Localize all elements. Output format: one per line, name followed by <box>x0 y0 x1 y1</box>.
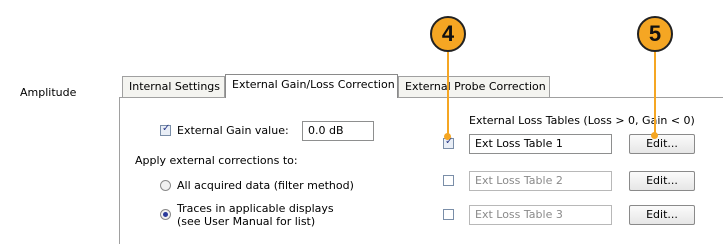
loss-table-2-input[interactable]: Ext Loss Table 2 <box>469 171 612 191</box>
loss-table-3-input[interactable]: Ext Loss Table 3 <box>469 205 612 225</box>
callout-4-leader-dot <box>444 133 451 140</box>
traces-applicable-displays-sublabel: (see User Manual for list) <box>177 215 316 228</box>
callout-5-leader-line <box>654 52 656 137</box>
loss-table-2-edit-button[interactable]: Edit... <box>629 171 695 191</box>
all-acquired-data-radio[interactable] <box>160 180 171 191</box>
radio-selected-dot <box>163 212 168 217</box>
callout-4-badge: 4 <box>430 16 466 52</box>
tab-external-probe-correction[interactable]: External Probe Correction <box>398 76 550 98</box>
loss-table-3-checkbox[interactable] <box>443 209 454 220</box>
all-acquired-data-label: All acquired data (filter method) <box>177 179 354 192</box>
loss-table-1-edit-button[interactable]: Edit... <box>629 134 695 154</box>
loss-table-3-edit-button[interactable]: Edit... <box>629 205 695 225</box>
callout-4-leader-line <box>447 52 449 138</box>
tab-internal-settings[interactable]: Internal Settings <box>122 76 225 98</box>
checkmark-icon: ✓ <box>162 123 171 134</box>
traces-applicable-displays-radio[interactable] <box>160 209 171 220</box>
external-gain-input[interactable]: 0.0 dB <box>302 121 374 141</box>
loss-table-2-checkbox[interactable] <box>443 175 454 186</box>
section-label: Amplitude <box>20 86 77 99</box>
tab-external-gain-loss-correction[interactable]: External Gain/Loss Correction <box>225 74 398 98</box>
panel-divider <box>551 97 723 98</box>
external-gain-checkbox[interactable]: ✓ <box>160 123 171 136</box>
loss-table-1-input[interactable]: Ext Loss Table 1 <box>469 134 612 154</box>
loss-tables-header: External Loss Tables (Loss > 0, Gain < 0… <box>469 114 695 127</box>
callout-5-badge: 5 <box>637 16 673 52</box>
external-gain-label: External Gain value: <box>177 124 289 137</box>
callout-5-leader-dot <box>651 132 658 139</box>
traces-applicable-displays-label: Traces in applicable displays <box>177 202 334 215</box>
apply-corrections-label: Apply external corrections to: <box>135 154 298 167</box>
